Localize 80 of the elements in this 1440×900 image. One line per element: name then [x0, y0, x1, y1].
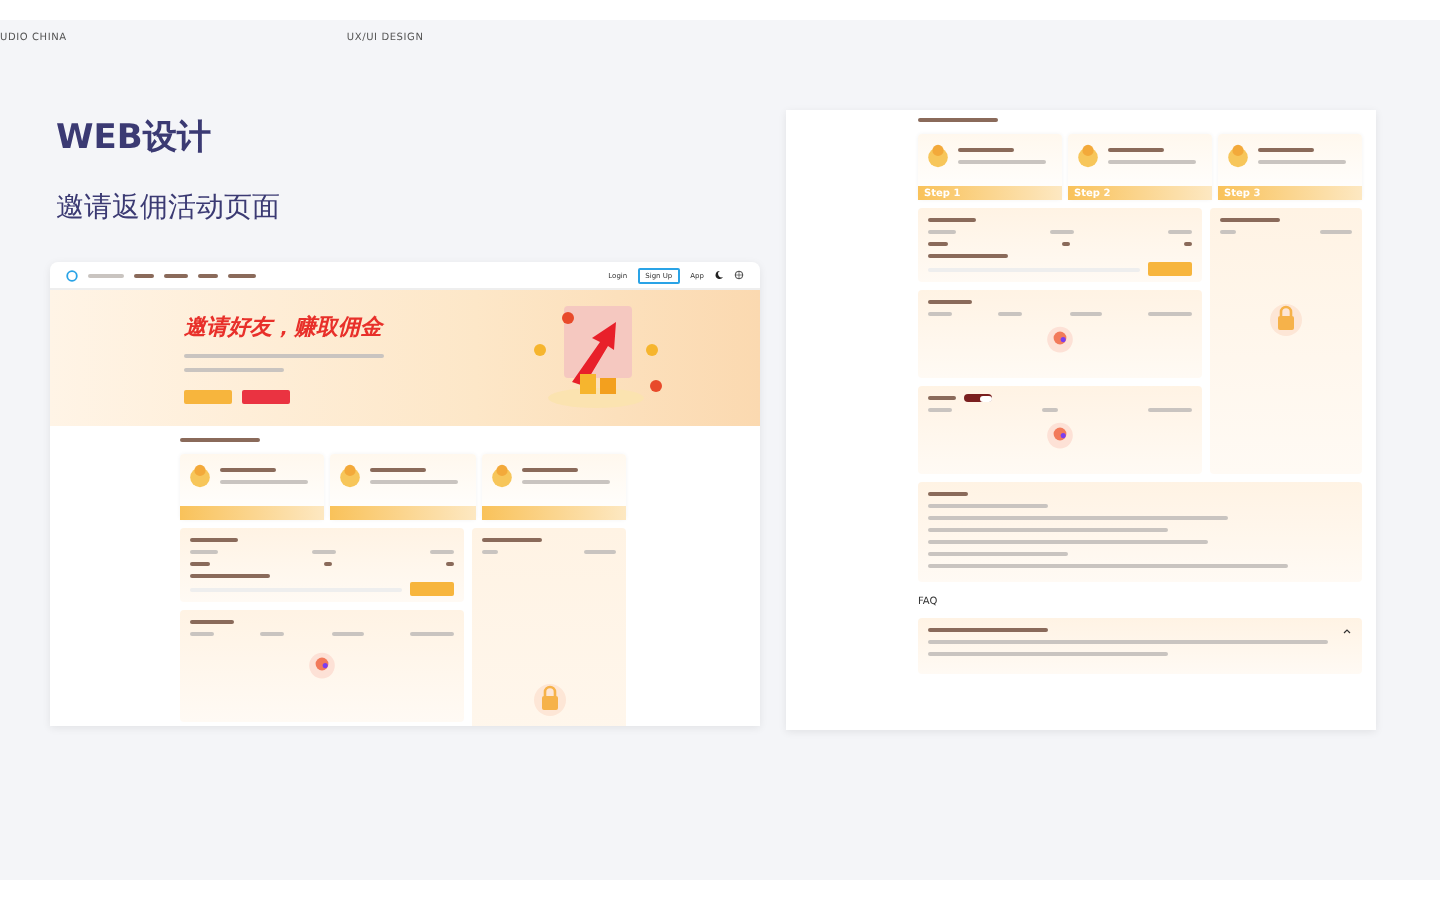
blurred-text-line — [1320, 230, 1352, 234]
blurred-text-line — [928, 254, 1008, 258]
blurred-text-line — [1148, 408, 1192, 412]
logo-icon — [66, 269, 78, 281]
blurred-text-line — [190, 550, 218, 554]
blurred-text-line — [190, 574, 270, 578]
blurred-text-line — [134, 273, 154, 277]
blurred-text-line — [928, 408, 952, 412]
blurred-text-line — [1258, 160, 1346, 164]
blurred-text-line — [928, 628, 1048, 632]
blurred-text-line — [180, 438, 260, 442]
chevron-up-icon — [1342, 625, 1352, 635]
blurred-text-line — [482, 550, 498, 554]
toggle-switch[interactable] — [964, 394, 992, 402]
blurred-text-line — [928, 504, 1048, 508]
blurred-text-line — [190, 562, 210, 566]
blurred-text-line — [482, 538, 542, 542]
blurred-text-line — [184, 367, 284, 371]
blurred-text-line — [446, 562, 454, 566]
blurred-text-line — [584, 550, 616, 554]
blurred-text-line — [1220, 218, 1280, 222]
blurred-text-line — [190, 620, 234, 624]
blurred-text-line — [928, 396, 956, 400]
blurred-text-line — [1042, 408, 1058, 412]
blurred-text-line — [198, 273, 218, 277]
blurred-text-line — [1220, 230, 1236, 234]
banner-title: 邀请好友，赚取佣金 — [184, 313, 384, 341]
blurred-text-line — [1147, 312, 1192, 316]
blurred-text-line — [190, 632, 214, 636]
coin-bag-icon — [336, 462, 365, 490]
blurred-text-line — [998, 312, 1023, 316]
blurred-text-line — [1062, 242, 1070, 246]
coin-bag-icon — [1074, 142, 1102, 170]
lock-illustration-icon — [1266, 298, 1306, 338]
blurred-text-line — [1108, 148, 1164, 152]
blurred-text-line — [928, 218, 976, 222]
blurred-text-line — [1069, 312, 1102, 316]
page-subtitle: 邀请返佣活动页面 — [56, 192, 280, 224]
blurred-text-line — [312, 550, 336, 554]
blurred-text-line — [190, 538, 238, 542]
moon-icon[interactable] — [714, 270, 724, 280]
coin-bag-icon — [186, 462, 214, 490]
empty-state-drawing — [1044, 322, 1076, 354]
blurred-text-line — [958, 160, 1046, 164]
blurred-text-line — [220, 468, 276, 472]
coin-bag-icon — [487, 462, 516, 490]
blurred-text-line — [331, 632, 364, 636]
blurred-text-line — [1108, 160, 1196, 164]
blurred-text-line — [228, 273, 256, 277]
blurred-text-line — [430, 550, 454, 554]
globe-icon[interactable] — [734, 270, 744, 280]
blurred-text-line — [928, 230, 956, 234]
lock-illustration-icon — [529, 678, 569, 718]
blurred-text-line — [1050, 230, 1074, 234]
blurred-text-line — [928, 492, 968, 496]
blurred-text-line — [409, 632, 454, 636]
page-title: WEB设计 — [56, 118, 211, 158]
coin-bag-icon — [924, 142, 952, 170]
empty-state-drawing — [1044, 418, 1076, 450]
blurred-text-line — [918, 118, 998, 122]
blurred-text-line — [928, 552, 1068, 556]
blurred-text-line — [88, 273, 124, 277]
blurred-text-line — [370, 468, 427, 472]
blurred-text-line — [521, 480, 610, 484]
blurred-text-line — [1168, 230, 1192, 234]
blurred-text-line — [928, 300, 972, 304]
blurred-text-line — [1184, 242, 1192, 246]
share-button[interactable] — [242, 389, 290, 403]
blurred-text-line — [1258, 148, 1314, 152]
blurred-text-line — [220, 480, 308, 484]
blurred-text-line — [958, 148, 1014, 152]
blurred-text-line — [324, 562, 332, 566]
blurred-text-line — [260, 632, 285, 636]
blurred-text-line — [928, 242, 948, 246]
blurred-text-line — [164, 273, 188, 277]
blurred-text-line — [370, 480, 459, 484]
empty-state-drawing — [306, 648, 338, 680]
coin-bag-icon — [1224, 142, 1252, 170]
blurred-text-line — [521, 468, 578, 472]
blurred-text-line — [928, 312, 952, 316]
